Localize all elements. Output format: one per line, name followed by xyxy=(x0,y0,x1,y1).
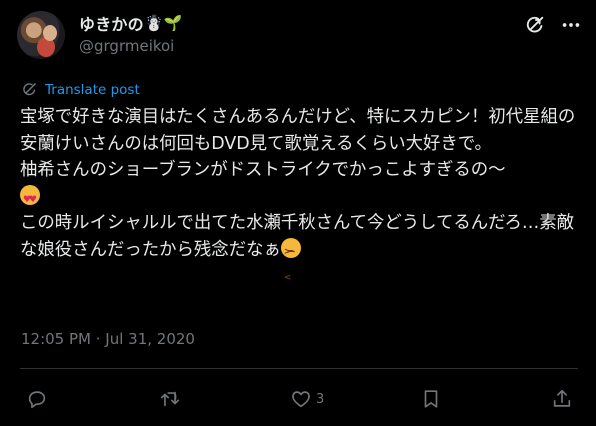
like-count: 3 xyxy=(316,391,325,407)
divider xyxy=(20,368,578,369)
bookmark-button[interactable] xyxy=(420,388,442,410)
grok-icon[interactable] xyxy=(524,14,546,36)
name-emoji: ☃️🌱 xyxy=(144,14,183,32)
share-icon xyxy=(553,389,571,407)
repost-button[interactable] xyxy=(159,388,185,410)
repost-icon xyxy=(160,391,180,407)
post-text-line-1: 宝塚で好きな演目はたくさんあるんだけど、特にスカピン！初代星組の安蘭けいさんのは… xyxy=(20,107,576,154)
post-text-line-2: 柚希さんのショーブランがドストライクでかっこよすぎるの〜 xyxy=(20,160,506,180)
post-timestamp[interactable]: 12:05 PM · Jul 31, 2020 xyxy=(21,330,195,348)
translate-post-label: Translate post xyxy=(45,81,140,98)
share-button[interactable] xyxy=(551,388,573,410)
display-name[interactable]: ゆきかの xyxy=(79,11,144,35)
tweet: ゆきかの ☃️🌱 @grgrmeikoi Translate post 宝塚で好… xyxy=(0,0,596,426)
heart-eyes-emoji-icon xyxy=(20,184,40,213)
post-text: 宝塚で好きな演目はたくさんあるんだけど、特にスカピン！初代星組の安蘭けいさんのは… xyxy=(20,104,582,292)
like-button[interactable]: 3 xyxy=(290,388,324,410)
tired-face-emoji-icon xyxy=(280,237,301,292)
reply-icon xyxy=(28,391,46,409)
heart-icon xyxy=(292,391,310,408)
avatar[interactable] xyxy=(17,11,65,59)
translate-post-link[interactable]: Translate post xyxy=(21,81,140,98)
translate-icon xyxy=(23,83,36,96)
action-bar: 3 xyxy=(0,388,596,414)
reply-button[interactable] xyxy=(26,388,52,410)
bookmark-icon xyxy=(424,390,438,408)
author-name-row: ゆきかの ☃️🌱 xyxy=(79,12,182,34)
more-options-icon[interactable] xyxy=(560,14,582,36)
handle[interactable]: @grgrmeikoi xyxy=(79,37,174,55)
